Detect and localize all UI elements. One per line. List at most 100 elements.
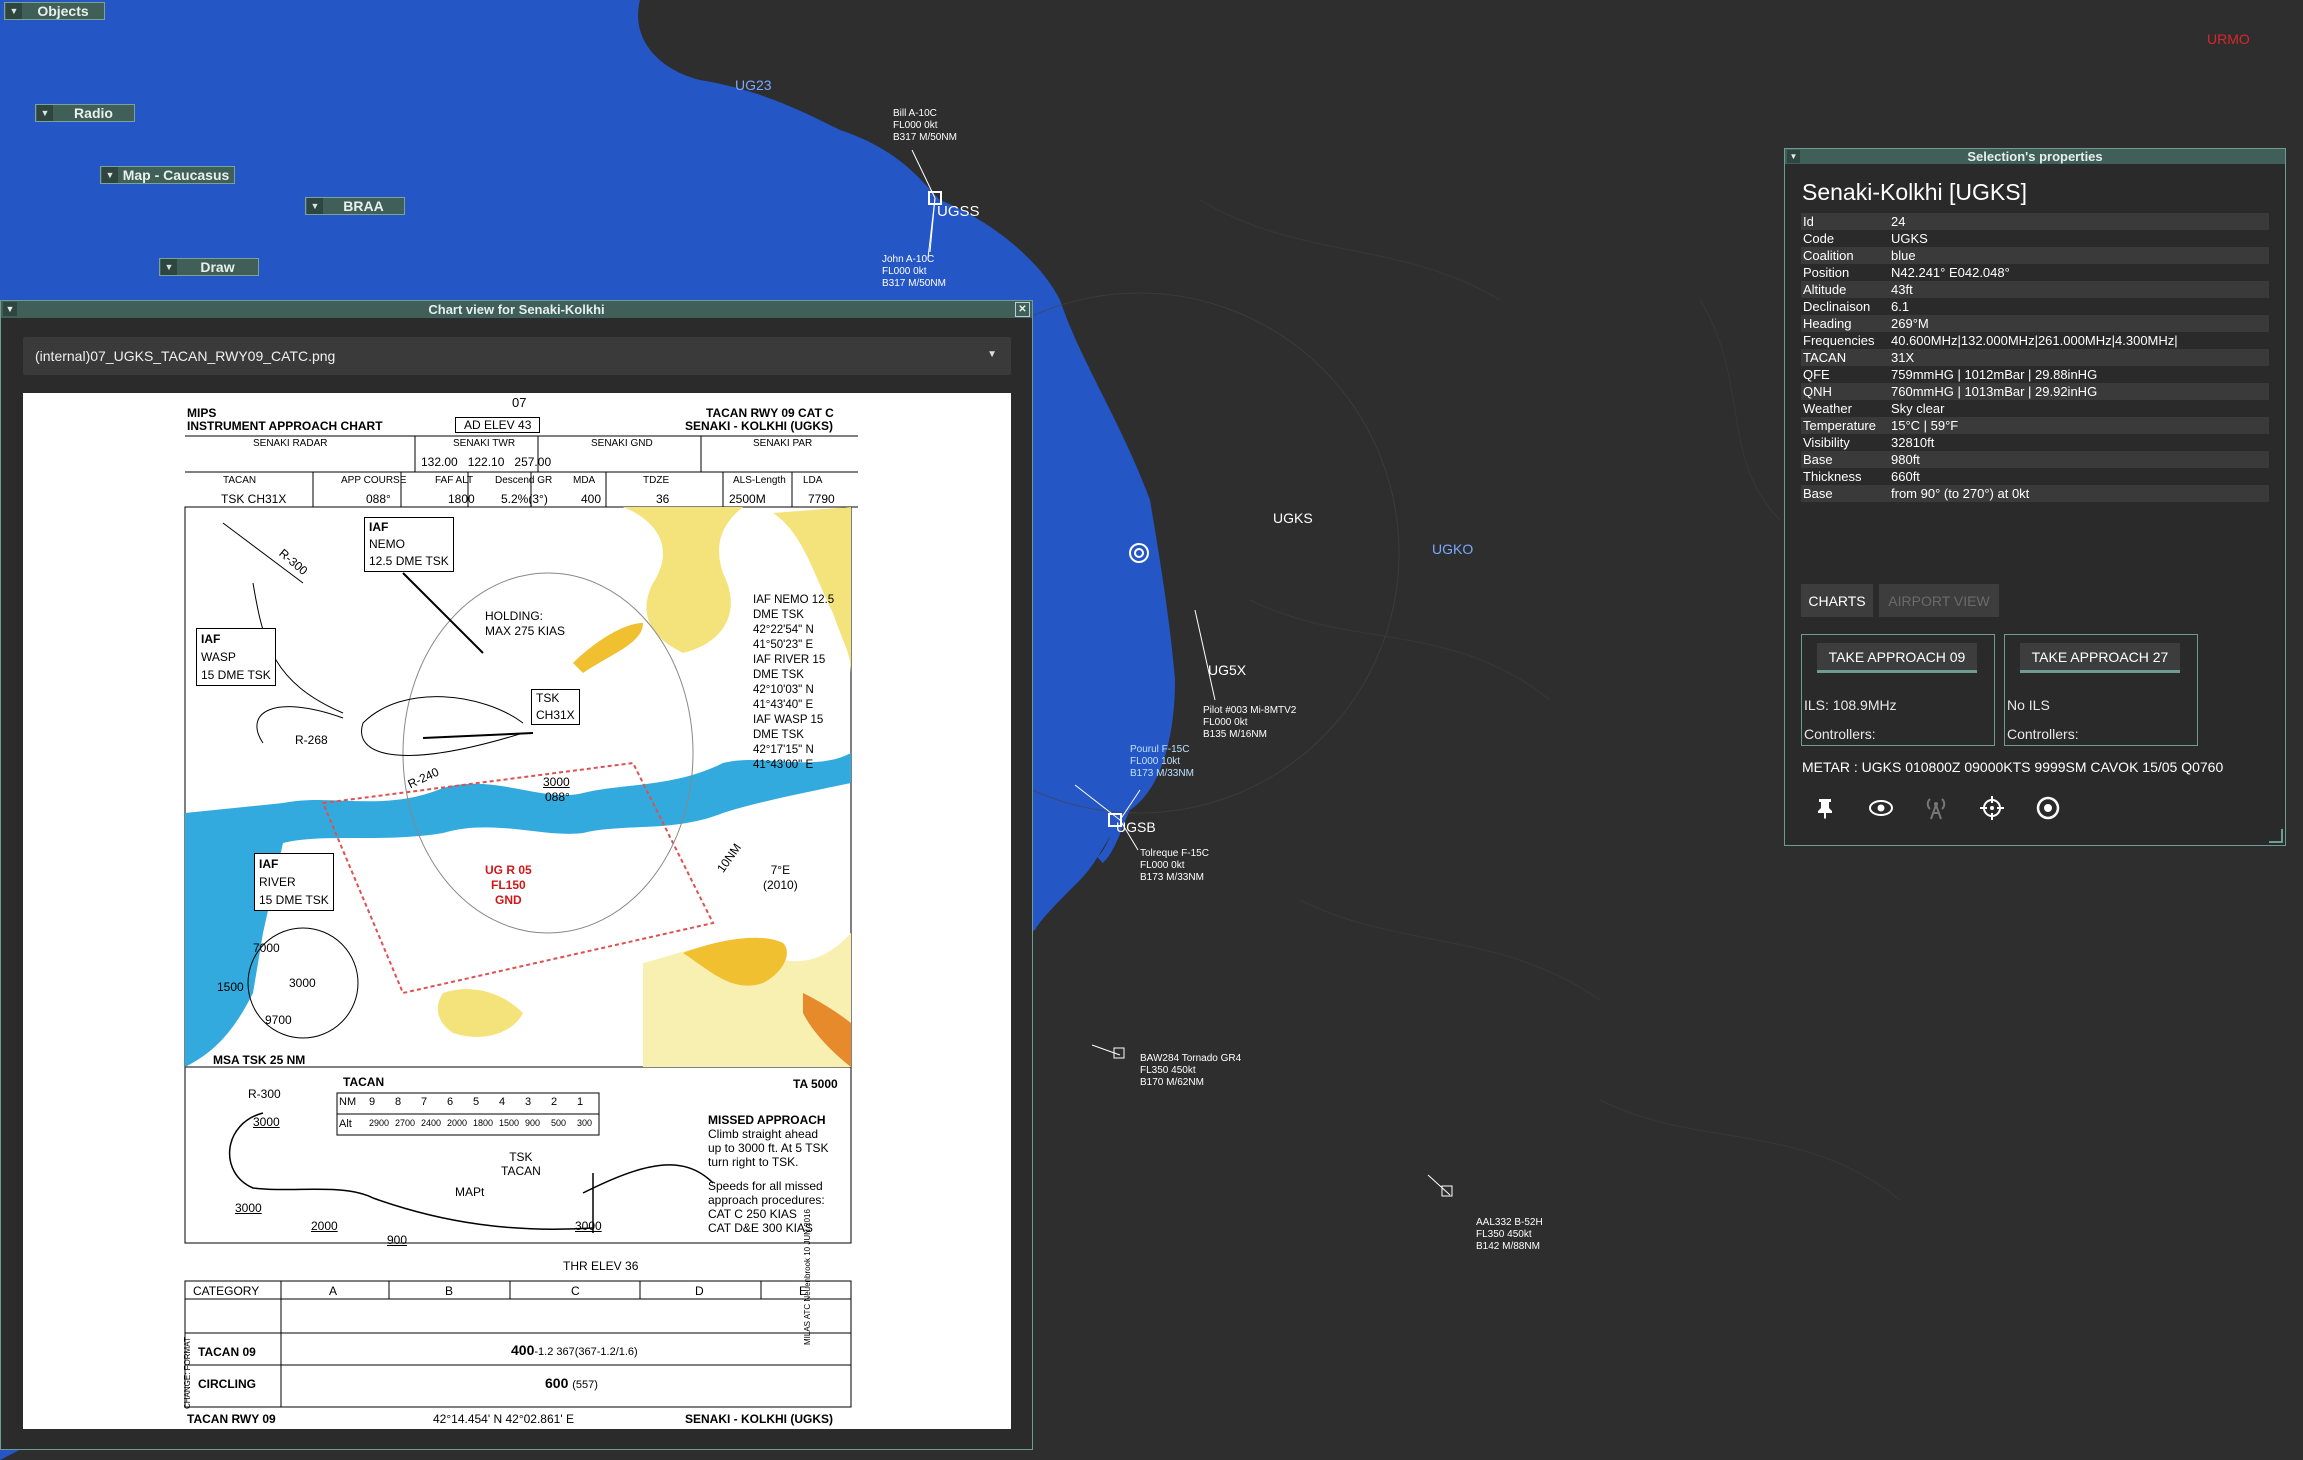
menu-braa[interactable]: ▼ BRAA [305,197,405,215]
tacan-table-header: TACAN [343,1075,385,1089]
profile-alt: 3000 [235,1201,262,1215]
chart-window-title: Chart view for Senaki-Kolkhi [428,302,605,317]
chart-window-titlebar[interactable]: ▼ Chart view for Senaki-Kolkhi ✕ [1,301,1032,318]
approach-09-panel: TAKE APPROACH 09 ILS: 108.9MHz Controlle… [1801,634,1995,746]
minima-circling: 600 (557) [545,1375,598,1391]
take-approach-27-button[interactable]: TAKE APPROACH 27 [2020,643,2180,673]
chart-file-select[interactable]: (internal)07_UGKS_TACAN_RWY09_CATC.png ▼ [23,337,1011,375]
property-row: Base 980ft [1801,451,2269,468]
antenna-icon[interactable] [1921,793,1951,823]
fix-notes: IAF NEMO 12.5 DME TSK 42°22'54" N 41°50'23"… [753,594,835,771]
plate-ad-elev: AD ELEV 43 [455,417,541,433]
approach-27-ils: No ILS [2007,697,2050,713]
property-row: Declinaison 6.1 [1803,299,1910,314]
data-value: 36 [656,492,670,506]
mag-var: 7°E (2010) [763,863,798,892]
airport-view-button[interactable]: AIRPORT VIEW [1879,584,1999,617]
minima-tacan09-label: TACAN 09 [198,1345,256,1359]
plate-side-note: MILAS ATC Neuenbrook 10 JUN 2016 [803,1209,812,1345]
msa-label: MSA TSK 25 NM [213,1053,306,1067]
menu-objects[interactable]: ▼ Objects [4,2,105,20]
map-label-ugko[interactable]: UGKO [1432,541,1473,557]
plate-type: INSTRUMENT APPROACH CHART [187,419,383,433]
aircraft-label[interactable]: BAW284 Tornado GR4 FL350 450kt B170 M/62NM [1140,1053,1241,1089]
cat-label: B [445,1284,454,1298]
holding-note: HOLDING: MAX 275 KIAS [485,609,566,638]
msa-value: 9700 [265,1013,292,1027]
menu-draw[interactable]: ▼ Draw [159,258,259,276]
collapse-icon[interactable]: ▼ [1787,150,1800,163]
selection-window-titlebar[interactable]: ▼ Selection's properties [1785,149,2285,164]
profile-tsk: TSK TACAN [501,1150,541,1178]
profile-alt: 900 [387,1233,408,1247]
aircraft-label[interactable]: John A-10C FL000 0kt B317 M/50NM [882,254,946,290]
plate-footer-left: TACAN RWY 09 [187,1412,276,1426]
aircraft-label[interactable]: Pourul F-15C FL000 10kt B173 M/33NM [1130,744,1194,780]
thr-elev: THR ELEV 36 [563,1259,639,1273]
iaf-wasp-box: IAF WASP 15 DME TSK [196,628,276,686]
data-header: LDA [803,475,823,486]
target-icon[interactable] [2033,793,2063,823]
property-row: Thickness 660ft [1803,469,1920,484]
map-label-ug5x[interactable]: UG5X [1208,662,1246,678]
map-label-ug23[interactable]: UG23 [735,77,772,93]
tsk-box: TSK CH31X [531,689,580,725]
data-value: 1800 [448,492,475,506]
triangle-down-icon[interactable]: ▼ [161,259,177,275]
charts-button[interactable]: CHARTS [1801,584,1873,617]
property-row: Base from 90° (to 270°) at 0kt [1801,485,2269,502]
data-header: ALS-Length [733,475,786,486]
aircraft-label[interactable]: Tolreque F-15C FL000 0kt B173 M/33NM [1140,848,1209,884]
menu-radio[interactable]: ▼ Radio [35,104,135,122]
selection-window-title: Selection's properties [1967,149,2103,164]
data-value: 7790 [808,492,835,506]
restricted-area-label: UG R 05 FL150 GND [485,863,532,907]
map-label-ugss[interactable]: UGSS [937,203,980,220]
aircraft-label[interactable]: Bill A-10C FL000 0kt B317 M/50NM [893,108,957,144]
data-header: APP COURSE [341,475,407,486]
approach-27-panel: TAKE APPROACH 27 No ILS Controllers: [2004,634,2198,746]
minima-circling-label: CIRCLING [198,1377,256,1391]
collapse-icon[interactable]: ▼ [3,302,17,316]
minima-tacan09: 400-1.2 367(367-1.2/1.6) [511,1342,638,1358]
profile-alt: 3000 [253,1115,280,1129]
plate-org: MIPS [187,406,217,420]
twr-freqs: 132.00 122.10 257.00 [421,455,552,469]
aircraft-label[interactable]: Pilot #003 Mi-8MTV2 FL000 0kt B135 M/16NM [1203,705,1296,741]
selection-properties-window[interactable]: ▼ Selection's properties Senaki-Kolkhi [… [1784,148,2286,846]
msa-value: 1500 [217,980,244,994]
triangle-down-icon[interactable]: ▼ [102,167,118,183]
close-icon[interactable]: ✕ [1015,302,1030,317]
menu-map[interactable]: ▼ Map - Caucasus [100,166,235,184]
property-row: TACAN 31X [1801,349,2269,366]
map-label-urmo[interactable]: URMO [2207,31,2250,47]
aircraft-label[interactable]: AAL332 B-52H FL350 450kt B142 M/88NM [1476,1217,1543,1253]
resize-handle-icon[interactable] [2269,829,2283,843]
chevron-down-icon[interactable]: ▼ [987,349,997,360]
triangle-down-icon[interactable]: ▼ [6,3,22,19]
dme-row: NM 9 8 7 6 5 4 3 2 1 [339,1096,584,1108]
crosshair-icon[interactable] [1977,793,2007,823]
plate-footer-right: SENAKI - KOLKHI (UGKS) [685,1412,833,1426]
triangle-down-icon[interactable]: ▼ [307,198,323,214]
data-header: TDZE [643,475,670,486]
iaf-nemo-box: IAF NEMO 12.5 DME TSK [364,517,454,572]
plate-side-left: CHANGE: FORMAT [183,1337,192,1409]
triangle-down-icon[interactable]: ▼ [37,105,53,121]
map-label-ugks[interactable]: UGKS [1273,510,1313,526]
alt-3000: 3000 [543,775,570,789]
properties-table: Id 24 Code UGKS Coalition blue Position N42.… [1801,213,2269,502]
plate-page-no: 07 [512,395,527,410]
data-header: TACAN [223,475,257,486]
alt-row: Alt 2900 2700 2400 2000 1800 1500 900 500 300 [339,1118,593,1130]
msa-value: 7000 [253,941,280,955]
take-approach-09-button[interactable]: TAKE APPROACH 09 [1817,643,1977,673]
plate-proc: TACAN RWY 09 CAT C [706,406,834,420]
eye-icon[interactable] [1866,793,1896,823]
map-label-ugsb[interactable]: UGSB [1116,819,1156,835]
metar-text: METAR : UGKS 010800Z 09000KTS 9999SM CAV… [1802,759,2224,775]
chart-view-window[interactable]: ▼ Chart view for Senaki-Kolkhi ✕ (intern… [0,300,1033,1450]
pin-icon[interactable] [1810,793,1840,823]
profile-alt: 3000 [575,1219,602,1233]
radial-r268: R-268 [295,733,328,747]
